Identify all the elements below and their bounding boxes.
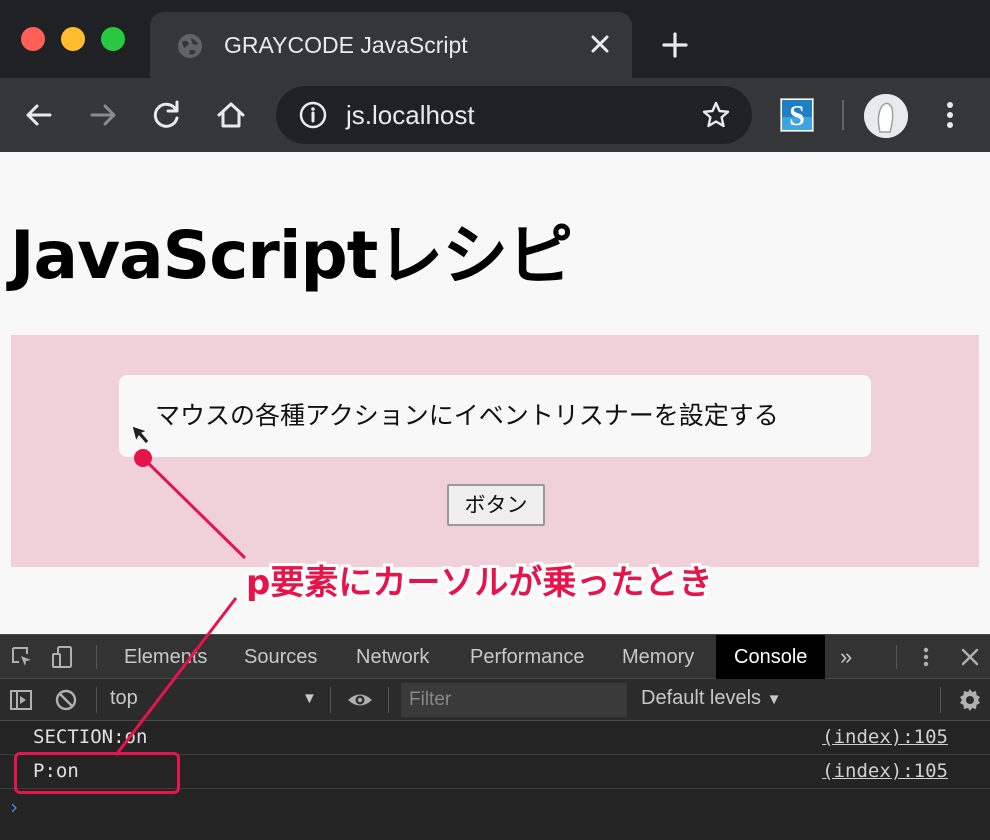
minimize-window-button[interactable] [61,27,85,51]
console-toolbar: top ▼ Default levels ▼ [0,679,990,721]
tab-console[interactable]: Console [716,635,826,679]
page-title: JavaScriptレシピ [10,217,573,294]
context-selector[interactable]: top [110,687,138,710]
tab-elements[interactable]: Elements [124,635,207,679]
settings-gear-icon[interactable] [957,687,983,713]
address-bar[interactable]: js.localhost [276,86,752,144]
home-icon[interactable] [214,98,248,132]
tab-sources[interactable]: Sources [244,635,317,679]
new-tab-icon[interactable] [660,30,690,60]
close-window-button[interactable] [21,27,45,51]
forward-icon[interactable] [86,98,120,132]
show-sidebar-icon[interactable] [9,688,33,712]
globe-icon [178,34,202,58]
more-menu-icon[interactable] [938,98,962,132]
close-tab-icon[interactable] [586,30,614,58]
console-log-row: SECTION:on (index):105 [0,721,990,755]
log-levels-dropdown[interactable]: Default levels ▼ [641,687,781,710]
filter-box [401,683,627,717]
toolbar-separator [388,687,389,713]
site-info-icon[interactable] [298,100,328,130]
demo-button[interactable]: ボタン [447,484,545,526]
console-filter-input[interactable] [409,688,619,712]
svg-text:S: S [789,101,805,131]
live-expression-eye-icon[interactable] [346,688,374,712]
more-tabs-icon[interactable]: » [840,635,852,679]
tab-network[interactable]: Network [356,635,429,679]
browser-toolbar: js.localhost S [0,78,990,152]
target-paragraph[interactable]: マウスの各種アクションにイベントリスナーを設定する [119,375,871,457]
log-levels-label: Default levels [641,687,762,709]
annotation-label: p要素にカーソルが乗ったとき [246,563,713,603]
browser-tab[interactable]: GRAYCODE JavaScript [150,12,632,78]
log-source-link[interactable]: (index):105 [822,726,948,748]
back-icon[interactable] [22,98,56,132]
tab-separator [96,645,97,669]
toolbar-separator [842,100,844,130]
title-bar: GRAYCODE JavaScript [0,0,990,78]
log-source-link[interactable]: (index):105 [822,760,948,782]
inspect-element-icon[interactable] [10,645,34,669]
toolbar-separator [940,687,941,713]
tab-title: GRAYCODE JavaScript [224,32,468,58]
devtools-tab-bar: Elements Sources Network Performance Mem… [0,635,990,679]
tab-performance[interactable]: Performance [470,635,585,679]
extension-s-icon[interactable]: S [780,98,814,132]
close-devtools-icon[interactable] [958,645,982,669]
maximize-window-button[interactable] [101,27,125,51]
toolbar-separator [330,687,331,713]
devtools-menu-icon[interactable] [914,645,938,669]
device-toolbar-icon[interactable] [50,645,74,669]
tab-separator [896,645,897,669]
reload-icon[interactable] [150,98,184,132]
chevron-down-icon[interactable]: ▼ [302,690,317,707]
toolbar-separator [96,687,97,713]
profile-avatar[interactable] [864,94,908,138]
bookmark-star-icon[interactable] [700,99,732,131]
demo-section[interactable]: マウスの各種アクションにイベントリスナーを設定する ボタン [11,335,979,567]
console-prompt-icon[interactable]: › [8,795,20,819]
log-message: SECTION:on [33,726,148,748]
url-text[interactable]: js.localhost [346,100,475,131]
tab-memory[interactable]: Memory [622,635,694,679]
devtools-panel: Elements Sources Network Performance Mem… [0,634,990,840]
annotation-highlight-box [14,752,180,794]
chevron-down-icon: ▼ [766,691,782,708]
clear-console-icon[interactable] [54,688,78,712]
